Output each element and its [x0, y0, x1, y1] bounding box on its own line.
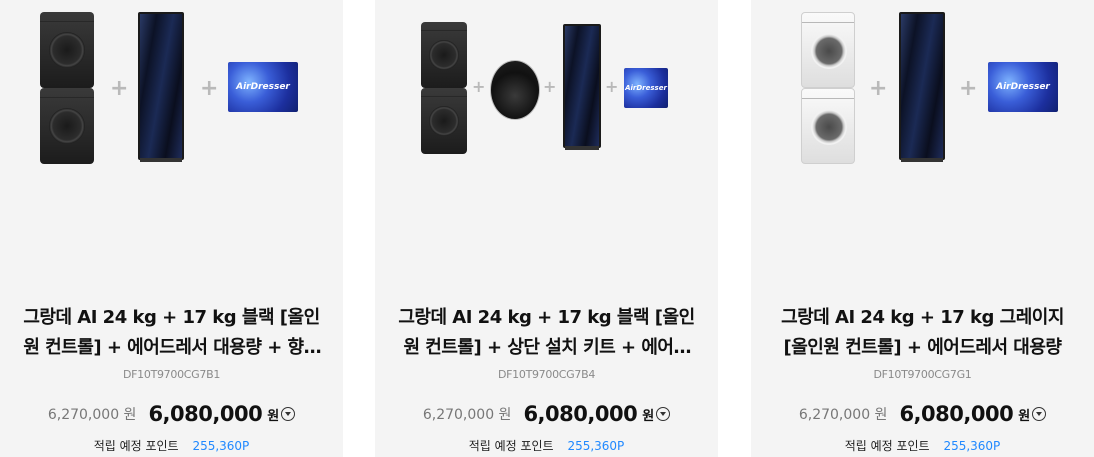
fragrance-sheet-image: AirDresser [228, 62, 298, 112]
washer-image [421, 88, 467, 154]
price-row: 6,270,000 원 6,080,000 원 [375, 402, 718, 426]
plus-icon: + [605, 77, 619, 96]
points-value: 255,360P [192, 439, 250, 453]
plus-icon: + [869, 76, 888, 101]
fragrance-sheet-image: AirDresser [988, 62, 1058, 112]
product-title[interactable]: 그랑데 AI 24 kg + 17 kg 블랙 [올인원 컨트롤] + 상단 설… [397, 303, 696, 363]
washer-image [40, 88, 94, 164]
airdresser-image [138, 12, 184, 162]
product-card-1[interactable]: + + AirDresser 그랑데 AI 24 kg + 17 kg 블랙 [… [0, 0, 343, 457]
plus-icon: + [200, 76, 219, 101]
points-row: 적립 예정 포인트 255,360P [375, 437, 718, 454]
airdresser-image [563, 24, 601, 150]
plus-icon: + [959, 76, 978, 101]
model-code: DF10T9700CG7B4 [497, 368, 596, 381]
sale-price: 6,080,000 [899, 402, 1014, 426]
plus-icon: + [472, 77, 486, 96]
model-code: DF10T9700CG7B1 [122, 368, 221, 381]
original-price: 6,270,000 원 [47, 407, 137, 423]
plus-icon: + [110, 76, 129, 101]
points-label: 적립 예정 포인트 [468, 439, 554, 453]
sale-price: 6,080,000 [523, 402, 638, 426]
product-title[interactable]: 그랑데 AI 24 kg + 17 kg 그레이지 [올인원 컨트롤] + 에어… [773, 303, 1072, 363]
currency-unit: 원 [1018, 408, 1031, 424]
points-label: 적립 예정 포인트 [844, 439, 930, 453]
fragrance-sheet-image: AirDresser [624, 68, 668, 108]
price-row: 6,270,000 원 6,080,000 원 [0, 402, 343, 426]
original-price: 6,270,000 원 [422, 407, 512, 423]
points-row: 적립 예정 포인트 255,360P [751, 437, 1094, 454]
points-label: 적립 예정 포인트 [93, 439, 179, 453]
plus-icon: + [543, 77, 557, 96]
currency-unit: 원 [267, 408, 280, 424]
product-image-group[interactable]: + + AirDresser [751, 0, 1094, 290]
price-detail-chevron-icon[interactable] [656, 407, 671, 421]
price-detail-chevron-icon[interactable] [281, 407, 296, 421]
sale-price: 6,080,000 [148, 402, 263, 426]
price-row: 6,270,000 원 6,080,000 원 [751, 402, 1094, 426]
sheet-logo: AirDresser [625, 84, 667, 92]
dryer-image [40, 12, 94, 88]
points-row: 적립 예정 포인트 255,360P [0, 437, 343, 454]
original-price: 6,270,000 원 [798, 407, 888, 423]
washer-image [801, 88, 855, 164]
product-card-3[interactable]: + + AirDresser 그랑데 AI 24 kg + 17 kg 그레이지… [751, 0, 1094, 457]
dryer-image [421, 22, 467, 88]
sheet-logo: AirDresser [996, 82, 1050, 92]
dryer-image [801, 12, 855, 88]
product-title[interactable]: 그랑데 AI 24 kg + 17 kg 블랙 [올인원 컨트롤] + 에어드레… [22, 303, 321, 363]
points-value: 255,360P [567, 439, 625, 453]
airdresser-image [899, 12, 945, 162]
sheet-logo: AirDresser [236, 82, 290, 92]
product-image-group[interactable]: + + + AirDresser [375, 0, 718, 290]
install-kit-image [490, 60, 540, 120]
model-code: DF10T9700CG7G1 [873, 368, 972, 381]
price-detail-chevron-icon[interactable] [1032, 407, 1047, 421]
product-image-group[interactable]: + + AirDresser [0, 0, 343, 290]
product-card-2[interactable]: + + + AirDresser 그랑데 AI 24 kg + 17 kg 블랙… [375, 0, 718, 457]
points-value: 255,360P [943, 439, 1001, 453]
currency-unit: 원 [642, 408, 655, 424]
